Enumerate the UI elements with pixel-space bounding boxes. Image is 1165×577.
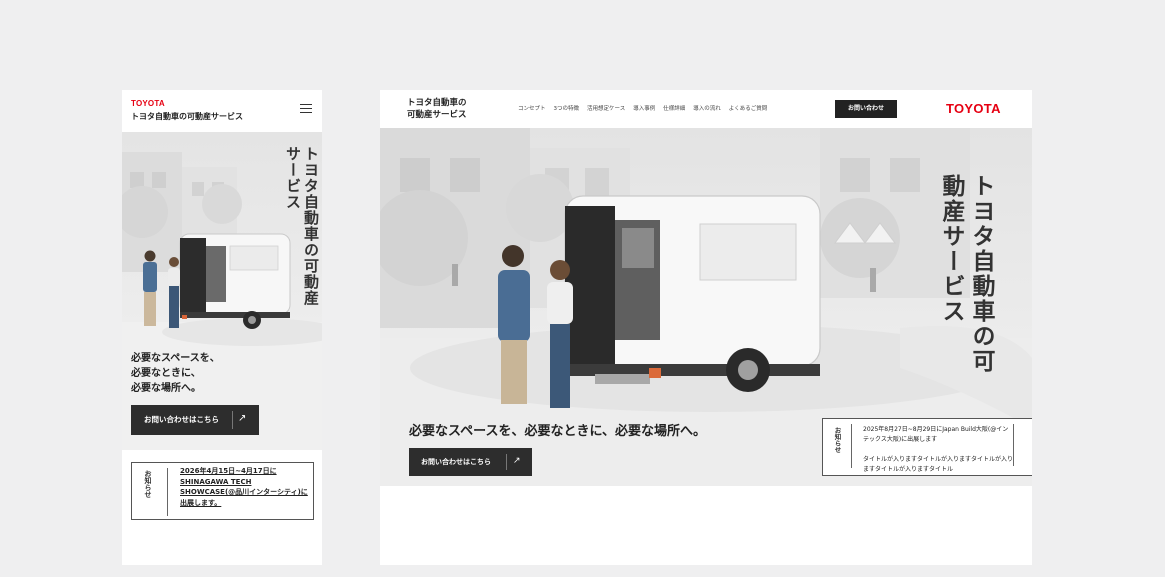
mobile-mockup: TOYOTA トヨタ自動車の可動産サービス トヨタ自動車の可動産サービス 必要な… xyxy=(122,90,322,565)
service-name-line: トヨタ自動車の xyxy=(407,98,467,108)
news-item[interactable]: 2025年8月27日~8月29日にJapan Build大阪(@インテックス大阪… xyxy=(863,425,1013,444)
news-box: お知らせ 2025年8月27日~8月29日にJapan Build大阪(@インテ… xyxy=(822,418,1032,476)
nav-item-concept[interactable]: コンセプト xyxy=(518,104,546,112)
global-nav: コンセプト 3つの特徴 活用想定ケース 導入事例 仕様詳細 導入の流れ よくある… xyxy=(518,104,767,112)
contact-cta-button[interactable]: お問い合わせはこちら ↗ xyxy=(131,405,259,435)
hero-title: トヨタ自動車の可動産サービス xyxy=(938,174,994,374)
news-divider xyxy=(1013,424,1014,466)
service-name-line: 可動産サービス xyxy=(407,110,467,120)
hero-tagline: 必要なスペースを、必要なときに、必要な場所へ。 xyxy=(409,424,707,439)
hero-section: トヨタ自動車の可動産サービス 必要なスペースを、 必要なときに、 必要な場所へ。 xyxy=(122,132,322,450)
hero-copy-line: 必要な場所へ。 xyxy=(131,383,201,394)
service-name[interactable]: トヨタ自動車の可動産サービス xyxy=(131,111,243,122)
news-label: お知らせ xyxy=(144,470,152,498)
content-area xyxy=(380,486,1032,565)
hero-copy-line: 必要なときに、 xyxy=(131,368,201,379)
news-link[interactable]: 2026年4月15日~4月17日にSHINAGAWA TECH SHOWCASE… xyxy=(180,466,308,508)
nav-item-features[interactable]: 3つの特徴 xyxy=(554,104,580,112)
header-contact-button[interactable]: お問い合わせ xyxy=(835,100,897,118)
mobile-header: TOYOTA トヨタ自動車の可動産サービス xyxy=(122,90,322,132)
contact-cta-label: お問い合わせはこちら xyxy=(421,458,491,466)
news-divider xyxy=(167,468,168,516)
hero-title: トヨタ自動車の可動産サービス xyxy=(284,146,320,306)
news-label: お知らせ xyxy=(833,427,841,453)
arrow-up-right-icon: ↗ xyxy=(513,456,521,466)
hero-copy: 必要なスペースを、 必要なときに、 必要な場所へ。 xyxy=(131,351,251,396)
nav-item-specs[interactable]: 仕様詳細 xyxy=(663,104,685,112)
contact-cta-label: お問い合わせはこちら xyxy=(144,415,219,424)
arrow-up-right-icon: ↗ xyxy=(238,413,247,424)
news-divider xyxy=(851,424,852,468)
hamburger-menu-icon[interactable] xyxy=(300,104,312,114)
contact-cta-button[interactable]: お問い合わせはこちら ↗ xyxy=(409,448,532,476)
news-item[interactable]: タイトルが入りますタイトルが入りますタイトルが入りますタイトルが入りますタイトル xyxy=(863,455,1013,475)
hero-copy-line: 必要なスペースを、 xyxy=(131,353,220,364)
cta-divider xyxy=(232,411,233,429)
nav-item-flow[interactable]: 導入の流れ xyxy=(693,104,721,112)
service-name[interactable]: トヨタ自動車の 可動産サービス xyxy=(407,97,487,121)
toyota-logo[interactable]: TOYOTA xyxy=(131,99,165,108)
desktop-mockup: トヨタ自動車の 可動産サービス コンセプト 3つの特徴 活用想定ケース 導入事例… xyxy=(380,90,1032,565)
nav-item-case-studies[interactable]: 導入事例 xyxy=(633,104,655,112)
desktop-header: トヨタ自動車の 可動産サービス コンセプト 3つの特徴 活用想定ケース 導入事例… xyxy=(380,90,1032,128)
news-box: お知らせ 2026年4月15日~4月17日にSHINAGAWA TECH SHO… xyxy=(131,462,314,520)
nav-item-faq[interactable]: よくあるご質問 xyxy=(729,104,768,112)
cta-divider xyxy=(506,454,507,470)
nav-item-use-cases[interactable]: 活用想定ケース xyxy=(587,104,625,112)
toyota-logo[interactable]: TOYOTA xyxy=(946,101,1001,116)
